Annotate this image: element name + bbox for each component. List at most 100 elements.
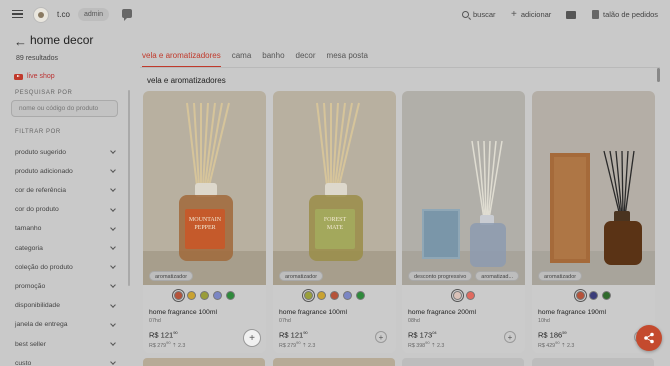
old-price-value: R$ 279 — [279, 342, 297, 349]
product-image[interactable] — [143, 91, 266, 285]
tab-item[interactable]: cama — [232, 49, 252, 67]
badge-group: aromatizador — [149, 271, 194, 281]
filter-section-label: FILTRAR POR — [15, 129, 61, 135]
product-name: home fragrance 190ml — [538, 309, 607, 316]
filter-item[interactable]: best seller — [15, 338, 118, 350]
share-button[interactable] — [636, 325, 662, 351]
color-swatch[interactable] — [226, 291, 235, 300]
color-swatch[interactable] — [343, 291, 352, 300]
add-to-cart-button[interactable]: + — [375, 331, 387, 343]
color-swatch[interactable] — [356, 291, 365, 300]
filter-item[interactable]: categoria — [15, 242, 118, 254]
product-name: home fragrance 100ml — [149, 309, 218, 316]
price-cents: 90 — [173, 330, 178, 335]
filter-label: best seller — [15, 340, 46, 348]
color-swatch[interactable] — [450, 289, 464, 302]
results-count: 89 resultados — [16, 55, 59, 62]
filter-item[interactable]: custo — [15, 357, 118, 366]
filter-item[interactable]: cor de referência — [15, 184, 118, 196]
document-icon — [592, 10, 599, 19]
product-image[interactable] — [532, 91, 655, 285]
product-price: R$ 17304 — [408, 330, 437, 340]
filter-item[interactable]: janela de entrega — [15, 319, 118, 331]
old-price: R$ 39890 ⇡ 2.3 — [408, 340, 445, 349]
add-to-cart-button[interactable]: + — [243, 329, 261, 347]
color-swatch[interactable] — [317, 291, 326, 300]
tab-item[interactable]: vela e aromatizadores — [142, 49, 221, 67]
menu-icon[interactable] — [12, 10, 23, 18]
filter-item[interactable]: disponibilidade — [15, 300, 118, 312]
product-search-input[interactable] — [11, 100, 118, 117]
category-badge: aromatizador — [538, 271, 583, 281]
product-price: R$ 18659 — [538, 330, 567, 340]
price-cents: 04 — [432, 330, 437, 335]
search-button[interactable]: buscar — [462, 10, 496, 19]
product-image[interactable] — [402, 91, 525, 285]
filter-label: cor de referência — [15, 186, 67, 194]
next-row-card — [143, 358, 265, 366]
product-label-text: FOREST MATE — [323, 217, 347, 231]
add-to-cart-button[interactable]: + — [504, 331, 516, 343]
color-swatch[interactable] — [330, 291, 339, 300]
product-code: 07hd — [149, 318, 161, 324]
image-icon[interactable] — [566, 11, 576, 19]
main-scrollbar[interactable] — [657, 68, 660, 82]
filter-item[interactable]: tamanho — [15, 223, 118, 235]
category-badge: aromatizador — [149, 271, 194, 281]
chat-icon[interactable] — [122, 9, 132, 21]
tab-item[interactable]: mesa posta — [327, 49, 368, 67]
admin-badge[interactable]: admin — [78, 8, 110, 21]
product-code: 07hd — [279, 318, 291, 324]
price-cents: 90 — [303, 330, 308, 335]
chevron-down-icon — [110, 224, 116, 231]
category-tabs: vela e aromatizadores cama banho decor mesa … — [142, 49, 368, 67]
tab-item[interactable]: banho — [262, 49, 284, 67]
price-value: R$ 173 — [408, 330, 433, 340]
sidebar-scrollbar[interactable] — [128, 90, 130, 286]
category-badge: aromatizador — [279, 271, 324, 281]
chevron-down-icon — [110, 263, 116, 270]
color-swatch[interactable] — [574, 289, 587, 302]
chevron-down-icon — [110, 320, 116, 327]
filter-item[interactable]: produto adicionado — [15, 165, 118, 177]
orders-button[interactable]: talão de pedidos — [592, 10, 658, 19]
color-swatch[interactable] — [602, 291, 611, 300]
color-swatch[interactable] — [172, 289, 185, 302]
old-price-cents: 90 — [555, 340, 560, 345]
color-swatch[interactable] — [302, 289, 315, 302]
color-swatches — [273, 289, 396, 302]
product-card[interactable]: FOREST MATE aromatizador home fragrance 10… — [273, 91, 396, 353]
filter-item[interactable]: produto sugerido — [15, 146, 118, 158]
old-price-cents: 90 — [425, 340, 430, 345]
color-swatch[interactable] — [187, 291, 196, 300]
chevron-down-icon — [110, 359, 116, 366]
live-shop-link[interactable]: live shop — [14, 73, 55, 80]
old-price-value: R$ 398 — [408, 342, 426, 349]
add-button[interactable]: + adicionar — [511, 9, 551, 19]
filter-item[interactable]: promoção — [15, 280, 118, 292]
filter-label: disponibilidade — [15, 302, 60, 310]
next-row-card — [402, 358, 524, 366]
back-arrow-icon[interactable]: ← — [14, 34, 27, 49]
color-swatch[interactable] — [589, 291, 598, 300]
filter-item[interactable]: coleção do produto — [15, 261, 118, 273]
brand-logo[interactable] — [33, 7, 49, 23]
product-card[interactable]: desconto progressivo aromatizad... home fr… — [402, 91, 525, 353]
search-label: buscar — [473, 10, 496, 19]
page-title: home decor — [30, 33, 94, 47]
color-swatch[interactable] — [465, 291, 475, 300]
color-swatch[interactable] — [213, 291, 222, 300]
product-card[interactable]: aromatizador home fragrance 190ml 10hd R$ 1… — [532, 91, 655, 353]
product-card[interactable]: MOUNTAIN PEPPER aromatizador home fragranc… — [143, 91, 266, 353]
old-price-value: R$ 279 — [149, 342, 167, 349]
filter-item[interactable]: cor do produto — [15, 204, 118, 216]
discount-value: 2.3 — [566, 342, 575, 349]
tab-item[interactable]: decor — [296, 49, 316, 67]
badge-group: aromatizador — [538, 271, 583, 281]
color-swatch[interactable] — [200, 291, 209, 300]
chevron-down-icon — [110, 340, 116, 346]
search-section-label: PESQUISAR POR — [15, 90, 73, 96]
badge-group: aromatizador — [279, 271, 324, 281]
product-image[interactable] — [273, 91, 396, 285]
chevron-down-icon — [110, 167, 116, 174]
